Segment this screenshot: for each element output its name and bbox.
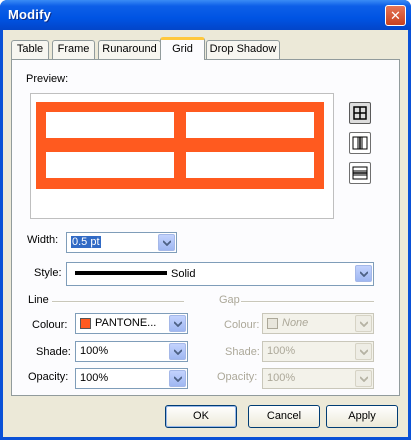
preview-cell — [186, 152, 314, 178]
apply-button[interactable]: Apply — [326, 405, 398, 428]
line-shade-value: 100% — [80, 345, 109, 357]
preview-label: Preview: — [26, 73, 69, 85]
width-combo[interactable]: 0.5 pt — [66, 232, 177, 253]
line-colour-combo[interactable]: PANTONE... — [75, 313, 188, 334]
ok-button[interactable]: OK — [165, 405, 237, 428]
line-colour-label: Colour: — [32, 319, 68, 331]
line-colour-value: PANTONE... — [95, 317, 157, 329]
all-grid-lines-button[interactable] — [349, 102, 371, 124]
chevron-down-icon — [174, 349, 182, 355]
gap-opacity-label: Opacity: — [217, 371, 258, 383]
grid-tab-panel: Preview: Width: 0.5 pt Style: Solid Line… — [11, 59, 400, 396]
close-button[interactable]: ✕ — [385, 5, 406, 26]
line-shade-combo[interactable]: 100% — [75, 341, 188, 362]
line-shade-label: Shade: — [36, 346, 71, 358]
gap-shade-dropdown-button[interactable] — [355, 343, 372, 360]
gap-colour-combo[interactable]: None — [262, 313, 374, 334]
grid-vertical-icon — [352, 136, 368, 150]
gap-section-divider — [241, 301, 374, 303]
chevron-down-icon — [360, 349, 368, 355]
chevron-down-icon — [174, 376, 182, 382]
line-style-sample — [75, 271, 167, 275]
gap-shade-combo[interactable]: 100% — [262, 341, 374, 362]
preview-cell — [46, 112, 174, 138]
line-colour-dropdown-button[interactable] — [169, 315, 186, 332]
gap-colour-label: Colour: — [224, 319, 260, 331]
style-value: Solid — [171, 268, 196, 280]
chevron-down-icon — [360, 376, 368, 382]
width-dropdown-button[interactable] — [158, 234, 175, 251]
grid-all-icon — [353, 106, 367, 120]
chevron-down-icon — [174, 321, 182, 327]
dialog-body: Table Frame Runaround Grid Drop Shadow P… — [3, 30, 408, 437]
chevron-down-icon — [360, 271, 368, 277]
vertical-grid-lines-button[interactable] — [349, 132, 371, 154]
width-label: Width: — [27, 234, 59, 246]
line-section-label: Line — [28, 294, 49, 306]
gap-shade-label: Shade: — [225, 346, 260, 358]
gap-colour-dropdown-button[interactable] — [355, 315, 372, 332]
modify-dialog: Modify ✕ Table Frame Runaround Grid Drop… — [0, 0, 411, 440]
style-combo[interactable]: Solid — [66, 262, 374, 286]
gap-colour-value: None — [282, 317, 309, 329]
gap-shade-value: 100% — [267, 345, 296, 357]
chevron-down-icon — [360, 321, 368, 327]
line-shade-dropdown-button[interactable] — [169, 343, 186, 360]
preview-cell — [186, 112, 314, 138]
grid-horizontal-icon — [352, 166, 368, 180]
gap-opacity-value: 100% — [267, 372, 296, 384]
gap-opacity-dropdown-button[interactable] — [355, 370, 372, 387]
gap-section-label: Gap — [219, 294, 240, 306]
tab-drop-shadow[interactable]: Drop Shadow — [206, 40, 280, 59]
style-dropdown-button[interactable] — [355, 265, 372, 282]
cancel-button[interactable]: Cancel — [248, 405, 320, 428]
grid-preview — [30, 93, 334, 219]
preview-cell — [46, 152, 174, 178]
gap-colour-swatch — [267, 318, 278, 329]
tab-grid[interactable]: Grid — [160, 37, 205, 60]
title-bar[interactable]: Modify ✕ — [0, 0, 411, 30]
window-title: Modify — [8, 7, 52, 22]
width-value: 0.5 pt — [71, 236, 101, 248]
line-opacity-combo[interactable]: 100% — [75, 368, 188, 389]
preview-grid-lines — [36, 102, 324, 189]
tab-runaround[interactable]: Runaround — [98, 40, 161, 59]
line-opacity-label: Opacity: — [28, 371, 69, 383]
line-colour-swatch — [80, 318, 91, 329]
tab-frame[interactable]: Frame — [52, 40, 95, 59]
line-opacity-value: 100% — [80, 372, 109, 384]
horizontal-grid-lines-button[interactable] — [349, 162, 371, 184]
close-icon: ✕ — [390, 8, 401, 23]
gap-opacity-combo[interactable]: 100% — [262, 368, 374, 389]
style-label: Style: — [34, 267, 62, 279]
tab-table[interactable]: Table — [11, 40, 49, 59]
chevron-down-icon — [163, 240, 171, 246]
line-section-divider — [52, 301, 184, 303]
line-opacity-dropdown-button[interactable] — [169, 370, 186, 387]
